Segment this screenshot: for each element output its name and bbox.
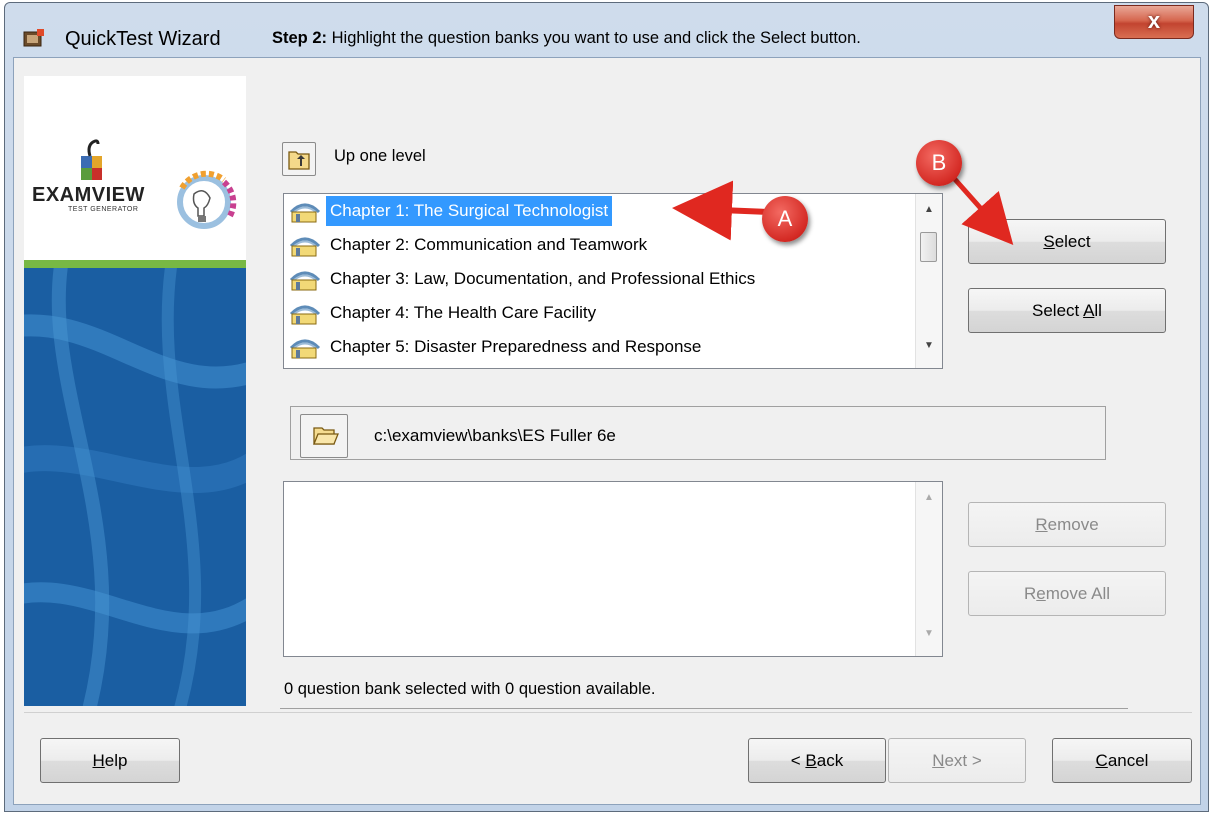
help-button-key: H: [92, 751, 105, 770]
question-bank-icon: [289, 305, 321, 325]
selected-scroll-down-arrow-icon[interactable]: ▼: [916, 628, 942, 639]
remove-button[interactable]: Remove: [968, 502, 1166, 547]
bank-list-item[interactable]: Chapter 5: Disaster Preparedness and Res…: [286, 332, 900, 362]
status-separator: [280, 708, 1128, 709]
step-number: Step 2:: [272, 29, 328, 47]
accent-band: [24, 260, 246, 268]
bank-list-scrollbar[interactable]: ▲ ▼: [915, 194, 942, 368]
back-button-post: ack: [816, 751, 844, 770]
callout-b: B: [916, 140, 962, 186]
back-button[interactable]: < Back: [748, 738, 886, 783]
next-button-key: N: [932, 751, 945, 770]
window-title: QuickTest Wizard: [65, 28, 221, 50]
question-bank-icon: [289, 271, 321, 291]
selection-status: 0 question bank selected with 0 question…: [284, 680, 656, 698]
select-all-button[interactable]: Select All: [968, 288, 1166, 333]
cancel-button-key: C: [1095, 751, 1108, 770]
bank-path-text: c:\examview\banks\ES Fuller 6e: [374, 426, 616, 445]
footer-divider: [24, 712, 1192, 713]
remove-all-button-key: e: [1036, 584, 1046, 603]
scroll-thumb[interactable]: [920, 232, 937, 262]
question-bank-icon: [289, 237, 321, 257]
next-button[interactable]: Next >: [888, 738, 1026, 783]
selected-list-scrollbar[interactable]: ▲ ▼: [915, 482, 942, 656]
help-button-post: elp: [104, 751, 128, 770]
scroll-up-arrow-icon[interactable]: ▲: [916, 204, 942, 215]
bank-list-item[interactable]: Chapter 3: Law, Documentation, and Profe…: [286, 264, 900, 294]
remove-button-post: emove: [1047, 515, 1099, 534]
bank-list-item[interactable]: Chapter 2: Communication and Teamwork: [286, 230, 900, 260]
selected-scroll-up-arrow-icon[interactable]: ▲: [916, 492, 942, 503]
decorative-swirl: [24, 268, 246, 706]
bank-list-item-label: Chapter 5: Disaster Preparedness and Res…: [330, 337, 702, 356]
remove-all-button-post: move All: [1045, 584, 1110, 603]
callout-a: A: [762, 196, 808, 242]
question-bank-list[interactable]: Chapter 1: The Surgical Technologist Chap…: [283, 193, 943, 369]
browse-folder-button[interactable]: [300, 414, 348, 458]
remove-all-button-pre: R: [1024, 584, 1037, 603]
bank-list-item-label: Chapter 4: The Health Care Facility: [330, 303, 597, 322]
back-button-pre: <: [790, 751, 806, 770]
select-all-button-post: ll: [1094, 301, 1102, 320]
side-banner: EXAMVIEW TEST GENERATOR: [24, 76, 246, 706]
help-button[interactable]: Help: [40, 738, 180, 783]
examview-subtitle: TEST GENERATOR: [68, 206, 139, 213]
bank-list-item-label: Chapter 1: The Surgical Technologist: [326, 196, 613, 226]
examview-brand: EXAMVIEW: [32, 184, 145, 206]
examview-logo-area: EXAMVIEW TEST GENERATOR: [24, 76, 246, 260]
select-all-button-key: A: [1083, 301, 1095, 320]
next-button-post: ext >: [944, 751, 982, 770]
remove-button-key: R: [1035, 515, 1048, 534]
cancel-button-post: ancel: [1107, 751, 1149, 770]
bank-list-item-label: Chapter 2: Communication and Teamwork: [330, 235, 648, 254]
question-bank-icon: [289, 203, 321, 223]
app-icon: [23, 29, 44, 47]
question-bank-icon: [289, 339, 321, 359]
select-button-post: elect: [1054, 232, 1091, 251]
step-instruction: Step 2: Highlight the question banks you…: [272, 29, 861, 48]
scroll-down-arrow-icon[interactable]: ▼: [916, 340, 942, 351]
remove-all-button[interactable]: Remove All: [968, 571, 1166, 616]
selected-banks-list[interactable]: ▲ ▼: [283, 481, 943, 657]
cancel-button[interactable]: Cancel: [1052, 738, 1192, 783]
bank-list-item[interactable]: Chapter 4: The Health Care Facility: [286, 298, 900, 328]
step-text: Highlight the question banks you want to…: [331, 29, 861, 47]
up-one-level-button[interactable]: [282, 142, 316, 176]
up-one-level-label: Up one level: [334, 147, 426, 165]
examview-logo-icon: [81, 139, 237, 229]
select-all-button-pre: Select: [1032, 301, 1084, 320]
back-button-key: B: [805, 751, 817, 770]
select-button-key: S: [1043, 232, 1055, 251]
select-button[interactable]: Select: [968, 219, 1166, 264]
bank-list-item-label: Chapter 3: Law, Documentation, and Profe…: [330, 269, 756, 288]
folder-up-icon: [288, 151, 310, 170]
close-button[interactable]: x: [1114, 5, 1194, 39]
bank-list-item[interactable]: Chapter 1: The Surgical Technologist: [286, 196, 900, 226]
folder-icon: [313, 427, 339, 445]
